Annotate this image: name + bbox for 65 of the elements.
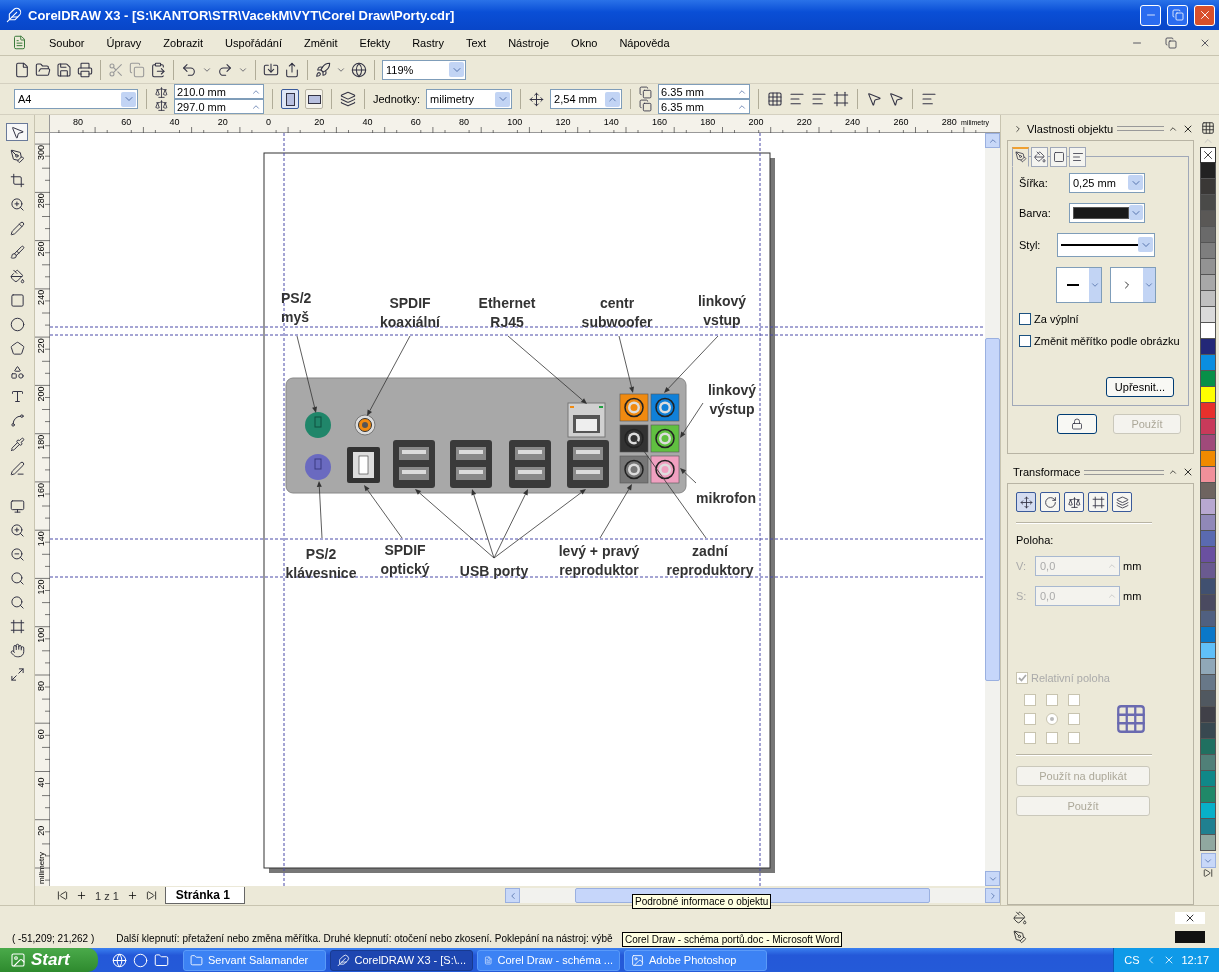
ruler-label: 280 (941, 117, 957, 127)
ruler-label: 200 (748, 117, 764, 127)
callout-label: zadní reproduktory (666, 543, 754, 578)
ruler-label: 0 (266, 117, 271, 127)
ruler-label: 40 (36, 777, 46, 788)
unit-label: mm (1123, 560, 1143, 573)
ruler-label: 240 (845, 117, 861, 127)
ruler-label: 140 (603, 117, 619, 127)
ruler-label: 160 (36, 482, 46, 498)
ruler-label: 100 (36, 627, 46, 643)
ruler-label: 40 (169, 117, 180, 127)
ruler-label: 260 (893, 117, 909, 127)
ruler-label: 40 (362, 117, 373, 127)
status-message: Další klepnutí: přetažení nebo změna měřítka. Druhé klepnutí: otočení nebo zkosení. Poklepání na nástroj: výbě (116, 933, 613, 944)
unit-label: mm (1123, 590, 1143, 603)
callout-label: USB porty (459, 563, 529, 579)
ruler-label: 220 (796, 117, 812, 127)
ruler-unit: milimetry (37, 852, 46, 884)
ruler-label: 280 (36, 193, 46, 209)
ruler-label: 60 (121, 117, 132, 127)
callout-label: PS/2 myš (281, 290, 312, 325)
ruler-label: 300 (36, 145, 46, 161)
ruler-label: 20 (314, 117, 325, 127)
ruler-label: 260 (36, 241, 46, 257)
callout-label: SPDIF koaxiální (380, 295, 440, 330)
ruler-label: 60 (36, 729, 46, 740)
cursor-coordinates: ( -51,209; 21,262 ) (12, 933, 95, 944)
ruler-label: 220 (36, 338, 46, 354)
ruler-label: 160 (652, 117, 668, 127)
ruler-label: 60 (410, 117, 421, 127)
docker-title: Vlastnosti objektu (1027, 122, 1114, 135)
ruler-label: 20 (36, 825, 46, 836)
field-label: V: (1016, 560, 1027, 573)
callout-label: mikrofon (696, 490, 756, 506)
callout-label: linkový vstup (697, 293, 747, 328)
ruler-label: 100 (507, 117, 523, 127)
ruler-label: 240 (36, 289, 46, 305)
callout-label: levý + pravý reproduktor (558, 543, 640, 578)
ruler-label: 80 (459, 117, 470, 127)
field-label: Barva: (1019, 206, 1052, 219)
callout-label: centr subwoofer (581, 295, 653, 330)
window-title: CorelDRAW X3 - [S:\KANTOR\STR\VacekM\VYT\Corel Draw\Porty.cdr] (28, 7, 456, 23)
units-label: Jednotky: (373, 93, 421, 105)
callout-label: Ethernet RJ45 (478, 295, 536, 330)
field-label: Styl: (1019, 238, 1042, 251)
ruler-label: 120 (555, 117, 571, 127)
ruler-label: 80 (36, 680, 46, 691)
ruler-label: 140 (36, 531, 46, 547)
ruler-label: 180 (700, 117, 716, 127)
ruler-label: 200 (36, 386, 46, 402)
clock: 12:17 (1181, 954, 1209, 966)
ruler-label: 80 (72, 117, 83, 127)
tooltip: Podrobné informace o objektu (632, 894, 772, 909)
page-counter: 1 z 1 (95, 889, 119, 902)
tooltip: Corel Draw - schéma portů.doc - Microsoft Word (622, 932, 843, 947)
callout-label: PS/2 klávesnice (285, 546, 357, 581)
section-label: Poloha: (1016, 534, 1055, 547)
ruler-label: 120 (36, 579, 46, 595)
field-label: S: (1016, 590, 1028, 603)
ruler-label: 20 (217, 117, 228, 127)
ruler-label: 180 (36, 434, 46, 450)
docker-title: Transformace (1013, 466, 1081, 479)
field-label: Šířka: (1019, 176, 1049, 189)
callout-label: SPDIF optický (380, 542, 430, 577)
callout-label: linkový výstup (707, 382, 757, 417)
